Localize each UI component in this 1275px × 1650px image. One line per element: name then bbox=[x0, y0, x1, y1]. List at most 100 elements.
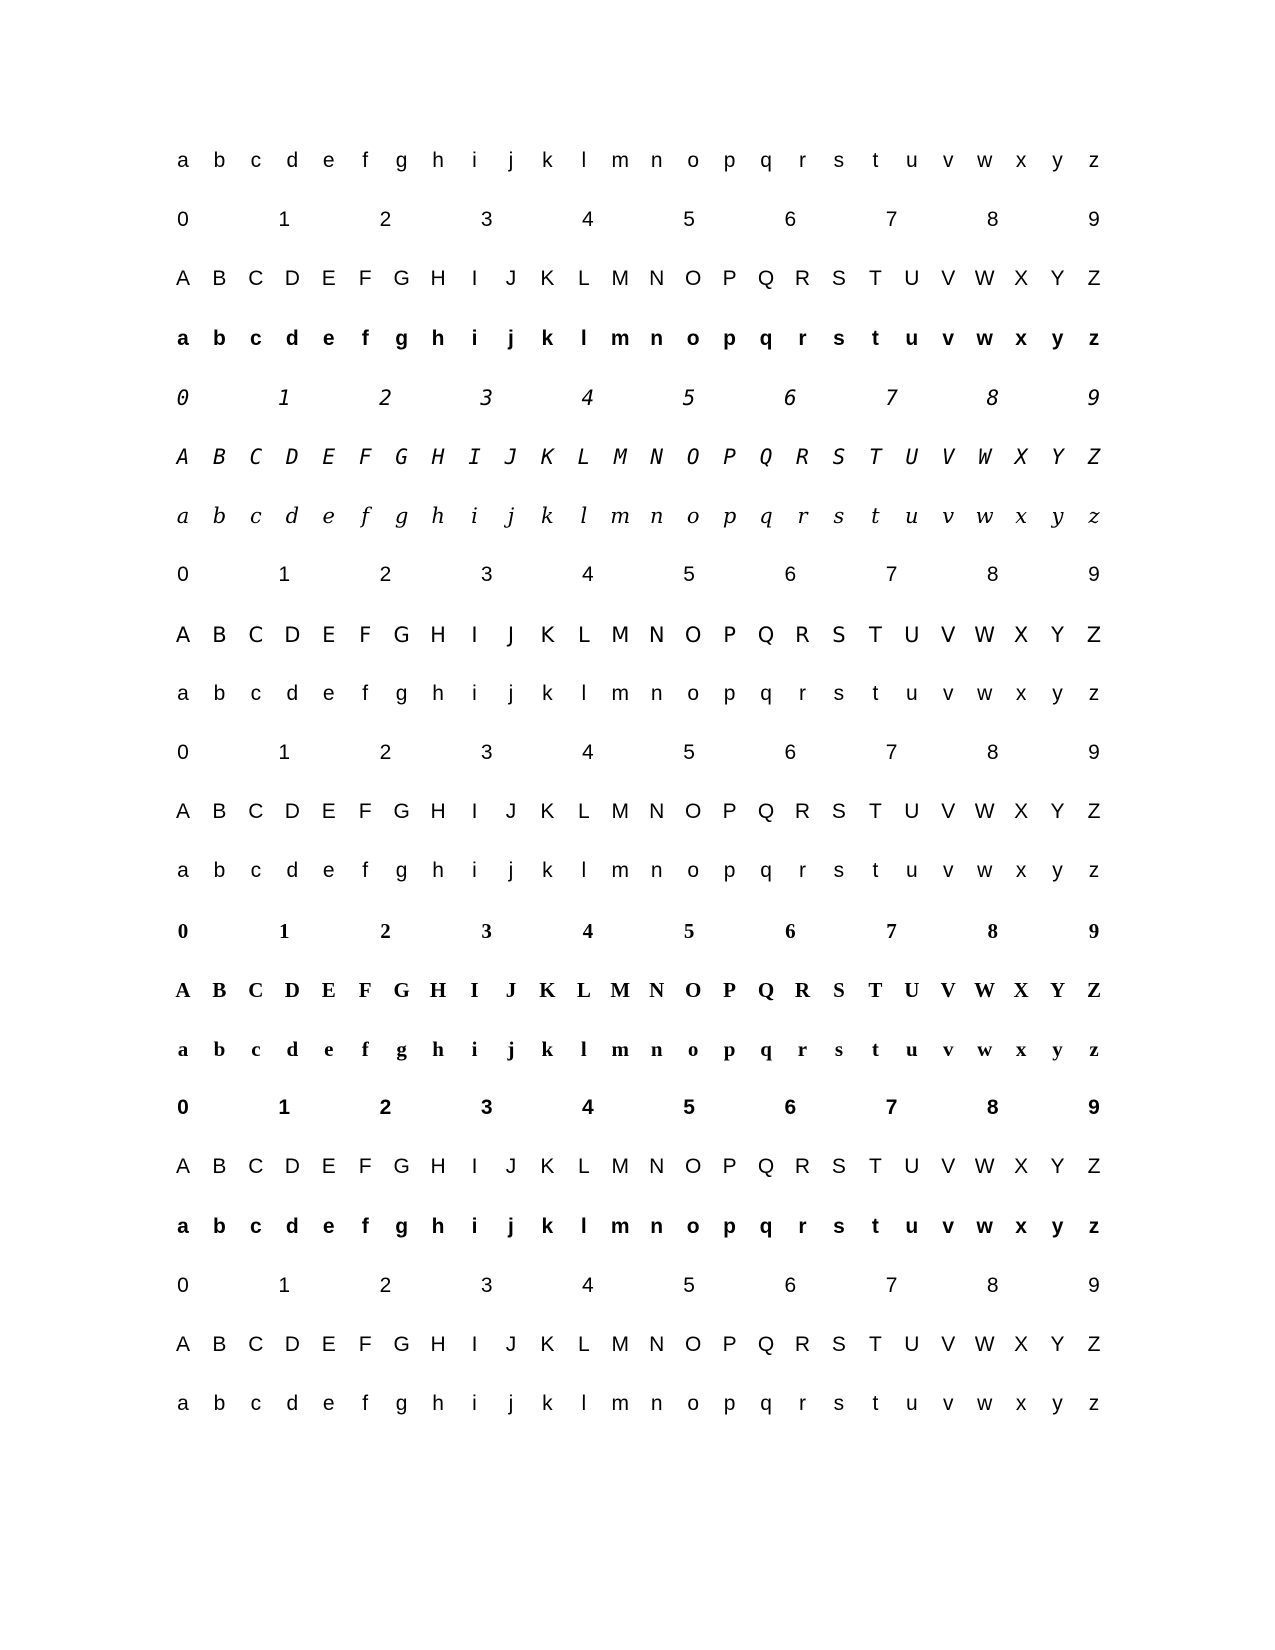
glyph: X bbox=[1013, 622, 1029, 647]
glyph: F bbox=[358, 1333, 372, 1356]
glyph: r bbox=[798, 859, 806, 883]
character-row: ABCDEFGH I JKLMNOPQRSTUVWXYZ bbox=[0, 1325, 1275, 1365]
glyph: I bbox=[470, 977, 479, 1002]
glyph: t bbox=[871, 1214, 879, 1238]
glyph: b bbox=[213, 1037, 226, 1061]
glyph: U bbox=[904, 267, 920, 291]
glyph: S bbox=[831, 267, 846, 291]
glyph: n bbox=[650, 859, 663, 883]
glyph: n bbox=[649, 504, 664, 529]
glyph: l bbox=[580, 504, 588, 529]
glyph: f bbox=[362, 1392, 369, 1416]
glyph: W bbox=[974, 1155, 995, 1179]
glyph: P bbox=[722, 800, 737, 824]
glyph: e bbox=[322, 859, 335, 883]
glyph: y bbox=[1052, 1392, 1063, 1416]
glyph: v bbox=[942, 149, 954, 172]
glyph: G bbox=[393, 1333, 410, 1356]
character-row: abcdefghijklmnopqrstuvwxyz bbox=[0, 141, 1275, 181]
glyph: Z bbox=[1087, 1155, 1101, 1179]
glyph: b bbox=[212, 504, 227, 529]
glyph: 0 bbox=[177, 1273, 189, 1297]
glyph: F bbox=[358, 977, 372, 1002]
glyph: o bbox=[687, 859, 699, 883]
glyph: B bbox=[212, 1333, 227, 1356]
glyph: e bbox=[322, 149, 335, 172]
glyph: Q bbox=[757, 267, 775, 291]
glyph: n bbox=[650, 149, 663, 172]
glyph: B bbox=[212, 1155, 227, 1179]
glyph: u bbox=[905, 681, 918, 705]
glyph: v bbox=[942, 326, 955, 350]
character-row: abcdefghijklmnopqrstuvwxyz bbox=[0, 674, 1275, 714]
glyph: C bbox=[249, 445, 263, 469]
glyph: o bbox=[687, 149, 699, 172]
glyph: M bbox=[611, 267, 630, 291]
glyph: D bbox=[284, 800, 300, 824]
glyph: x bbox=[1015, 149, 1027, 172]
glyph: p bbox=[723, 681, 736, 705]
glyph: D bbox=[284, 622, 301, 647]
glyph: 3 bbox=[480, 1096, 493, 1120]
glyph: s bbox=[833, 859, 845, 883]
glyph: T bbox=[868, 1155, 882, 1179]
character-row: abcdefghijklmnopqrstuvwxyz bbox=[0, 319, 1275, 359]
glyph: y bbox=[1052, 681, 1063, 705]
glyph: r bbox=[798, 681, 806, 705]
glyph: E bbox=[321, 800, 336, 824]
glyph: 2 bbox=[379, 741, 392, 764]
glyph: v bbox=[942, 1214, 955, 1238]
glyph: t bbox=[871, 326, 879, 350]
glyph: U bbox=[904, 1155, 920, 1179]
glyph: b bbox=[213, 1214, 226, 1238]
glyph: N bbox=[649, 800, 665, 824]
glyph: Z bbox=[1087, 267, 1101, 291]
glyph: V bbox=[941, 1333, 956, 1356]
character-row: 0 1 2 3 4 5 6 7 8 9 bbox=[0, 1088, 1275, 1128]
glyph: M bbox=[611, 622, 630, 647]
glyph: h bbox=[432, 1392, 444, 1416]
glyph: t bbox=[872, 681, 879, 705]
glyph: A bbox=[175, 977, 191, 1002]
glyph: 0 bbox=[177, 208, 189, 232]
glyph: d bbox=[286, 859, 299, 883]
glyph: q bbox=[760, 859, 772, 883]
glyph: O bbox=[684, 622, 702, 647]
glyph: G bbox=[393, 267, 410, 291]
glyph: 8 bbox=[986, 1273, 999, 1297]
glyph: h bbox=[431, 326, 445, 350]
glyph: z bbox=[1088, 149, 1100, 172]
glyph: M bbox=[611, 1333, 630, 1356]
glyph: 4 bbox=[582, 1273, 594, 1297]
glyph: 7 bbox=[885, 1096, 898, 1120]
glyph: C bbox=[248, 1333, 264, 1356]
glyph: Q bbox=[757, 1155, 775, 1179]
glyph: t bbox=[871, 1037, 879, 1061]
glyph: 5 bbox=[683, 563, 695, 587]
glyph: N bbox=[650, 445, 664, 469]
glyph: b bbox=[213, 1392, 226, 1416]
glyph: 3 bbox=[481, 918, 492, 943]
glyph: n bbox=[650, 681, 663, 705]
character-row: 0 1 2 3 4 5 6 7 8 9 bbox=[0, 733, 1275, 773]
glyph: P bbox=[722, 267, 737, 291]
glyph: 5 bbox=[683, 918, 695, 943]
glyph: O bbox=[684, 977, 702, 1002]
glyph: 1 bbox=[278, 1273, 291, 1297]
glyph: s bbox=[834, 1037, 843, 1061]
glyph: 6 bbox=[784, 208, 797, 232]
glyph: p bbox=[723, 1214, 736, 1238]
glyph: r bbox=[798, 149, 806, 172]
glyph: P bbox=[722, 1155, 737, 1179]
glyph: j bbox=[508, 149, 514, 172]
glyph: a bbox=[177, 681, 189, 705]
glyph: c bbox=[250, 1214, 262, 1238]
glyph: L bbox=[577, 622, 590, 647]
glyph: r bbox=[798, 326, 807, 350]
glyph: Q bbox=[757, 800, 775, 824]
glyph: 0 bbox=[177, 563, 189, 587]
glyph: s bbox=[833, 681, 845, 705]
character-sample-sheet: abcdefghijklmnopqrstuvwxyz0123456789ABCD… bbox=[0, 0, 1275, 1650]
glyph: j bbox=[508, 859, 514, 883]
glyph: I bbox=[471, 267, 478, 291]
